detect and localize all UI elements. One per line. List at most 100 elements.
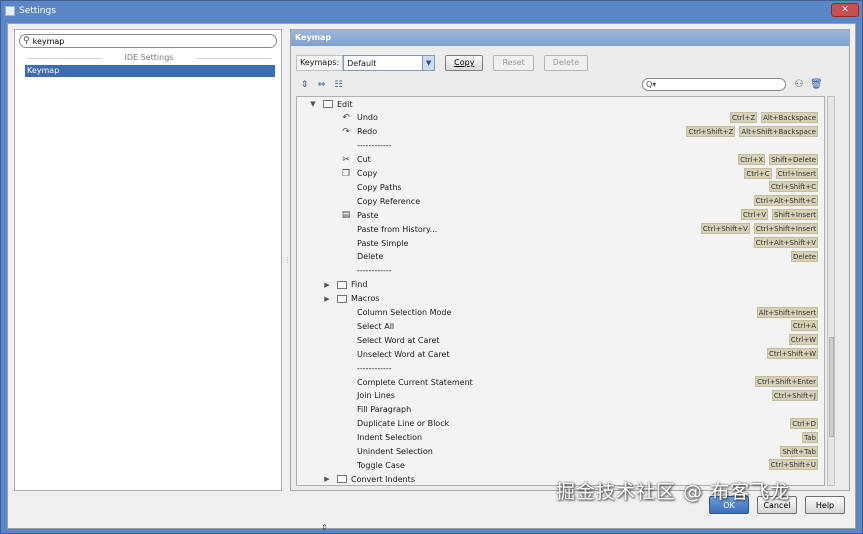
collapse-all-icon[interactable]: ⇔ [316,80,327,91]
shortcut-badge: Ctrl+X [738,153,766,165]
tree-action-row[interactable]: Join Lines Ctrl+Shift+J [297,389,824,403]
action-label: Redo [357,127,378,137]
shortcut-badge: Ctrl+Shift+V [700,223,750,235]
shortcut-badge: Ctrl+Alt+Shift+C [753,195,818,207]
tree-action-row[interactable]: Select All Ctrl+A [297,319,824,333]
tree-folder-row[interactable]: ▶ Macros [297,292,824,306]
shortcut-list: Ctrl+Shift+W [766,348,818,360]
tree-action-row[interactable]: Copy Paths Ctrl+Shift+C [297,180,824,194]
shortcut-list: Delete [791,250,818,262]
folder-icon [323,100,333,108]
find-by-shortcut-icon[interactable]: ⚇ [793,79,805,91]
shortcut-badge: Tab [802,431,818,443]
tree-tools: ⇕ ⇔ ☷ [299,80,344,91]
nav-item-keymap[interactable]: Keymap [25,65,275,77]
close-window-button[interactable]: ✕ [831,3,859,17]
shortcut-list: Ctrl+Shift+Enter [755,376,818,387]
action-label: Select Word at Caret [357,335,440,345]
action-label: ------------ [357,363,392,373]
panel-title: Keymap [291,30,849,46]
show-conflicts-icon[interactable]: ☷ [333,80,344,91]
delete-keymap-button[interactable]: Delete [543,55,589,71]
settings-search-input[interactable] [32,36,263,46]
tree-folder-row[interactable]: ▼ Edit [297,97,824,111]
tree-action-row[interactable]: Paste from History... Ctrl+Shift+V Ctrl+Sh… [297,222,824,236]
clear-filter-icon[interactable]: 🗑 [810,79,823,91]
redo-icon: ↷ [342,126,350,137]
undo-icon: ↶ [342,112,350,123]
tree-separator-row: ------------ [297,264,824,278]
action-label: Complete Current Statement [357,377,473,387]
scrollbar-thumb[interactable] [829,337,834,437]
shortcut-badge: Alt+Shift+Backspace [739,125,818,137]
action-filter-input[interactable]: Q▾ [642,78,786,91]
resize-grip-icon[interactable]: ⇕ [321,523,328,532]
shortcut-badge: Alt+Shift+Insert [756,306,818,318]
settings-navigation-pane: ⚲ IDE Settings Keymap [14,29,282,491]
tree-action-row[interactable]: ↶ Undo Ctrl+Z Alt+Backspace [297,111,824,125]
shortcut-badge: Ctrl+A [790,320,818,332]
action-label: Copy [357,169,378,178]
tree-action-row[interactable]: Toggle Case Ctrl+Shift+U [297,458,824,472]
tree-folder-row[interactable]: ▶ Find [297,278,824,292]
tree-action-row[interactable]: Delete Delete [297,250,824,264]
tree-action-row[interactable]: ↷ Redo Ctrl+Shift+Z Alt+Shift+Backspace [297,125,824,139]
shortcut-badge: Shift+Insert [772,209,818,221]
collapse-arrow-icon[interactable]: ▼ [309,100,317,108]
tree-action-row[interactable]: ▤ Paste Ctrl+V Shift+Insert [297,208,824,222]
action-label: Unindent Selection [357,447,433,456]
tree-action-row[interactable]: Indent Selection Tab [297,431,824,445]
shortcut-badge: Ctrl+Alt+Shift+V [753,237,818,248]
action-label: Indent Selection [357,433,423,443]
tree-action-row[interactable]: Paste Simple Ctrl+Alt+Shift+V [297,236,824,250]
shortcut-badge: Ctrl+Z [730,111,758,123]
shortcut-list: Ctrl+Z Alt+Backspace [730,111,818,123]
action-label: Column Selection Mode [357,308,452,317]
tree-action-row[interactable]: Unindent Selection Shift+Tab [297,445,824,459]
expand-arrow-icon[interactable]: ▶ [323,475,331,483]
tree-action-row[interactable]: Fill Paragraph [297,403,824,417]
tree-action-row[interactable]: Complete Current Statement Ctrl+Shift+Ent… [297,375,824,389]
ide-settings-header: IDE Settings [23,53,275,62]
shortcut-list: Ctrl+Alt+Shift+C [753,195,818,207]
tree-scrollbar[interactable] [827,96,835,486]
shortcut-badge: Ctrl+Shift+Enter [755,376,818,387]
shortcut-list: Ctrl+A [790,320,818,332]
tree-action-row[interactable]: Unselect Word at Caret Ctrl+Shift+W [297,347,824,361]
shortcut-badge: Shift+Delete [769,153,818,165]
window-title: Settings [19,6,56,16]
expand-arrow-icon[interactable]: ▶ [323,295,331,303]
shortcut-list: Alt+Shift+Insert [756,306,818,318]
tree-action-row[interactable]: ✂ Cut Ctrl+X Shift+Delete [297,153,824,167]
copy-keymap-button[interactable]: Copy [445,55,484,71]
tree-action-row[interactable]: Select Word at Caret Ctrl+W [297,333,824,347]
tree-action-row[interactable]: Duplicate Line or Block Ctrl+D [297,417,824,431]
settings-search-box[interactable]: ⚲ [19,34,277,48]
tree-action-row[interactable]: Copy Reference Ctrl+Alt+Shift+C [297,194,824,208]
action-label: Duplicate Line or Block [357,419,450,429]
shortcut-badge: Ctrl+C [744,167,772,179]
tree-separator-row: ------------ [297,139,824,153]
help-button[interactable]: Help [805,496,845,514]
shortcut-list: Ctrl+W [788,334,818,346]
tree-separator-row: ------------ [297,361,824,375]
action-tree[interactable]: ▼ Edit ↶ Undo Ctrl+Z Alt+Backspace ↷ Redo Ctrl+S… [296,96,825,486]
tree-action-row[interactable]: ❐ Copy Ctrl+C Ctrl+Insert [297,167,824,181]
action-label: Paste Simple [357,238,409,248]
pane-splitter-handle[interactable]: ⋮ [284,256,291,264]
shortcut-list: Ctrl+X Shift+Delete [738,153,818,165]
keymaps-dropdown[interactable]: Default ▼ [343,55,436,71]
keymap-panel: Keymap Keymaps: Default ▼ Copy Reset Del… [290,29,850,491]
chevron-down-icon[interactable]: ▼ [422,56,435,70]
expand-all-icon[interactable]: ⇕ [299,80,310,91]
action-label: Paste [357,210,379,220]
watermark-text: 掘金技术社区 @ 布客飞龙 [556,481,791,503]
reset-keymap-button[interactable]: Reset [493,55,534,71]
shortcut-list: Ctrl+Shift+V Ctrl+Shift+Insert [700,223,818,235]
shortcut-badge: Ctrl+Shift+Z [686,125,736,137]
shortcut-badge: Ctrl+W [788,334,818,346]
shortcut-badge: Ctrl+Insert [775,167,818,179]
tree-action-row[interactable]: Column Selection Mode Alt+Shift+Insert [297,306,824,320]
expand-arrow-icon[interactable]: ▶ [323,281,331,289]
shortcut-badge: Delete [791,250,818,262]
